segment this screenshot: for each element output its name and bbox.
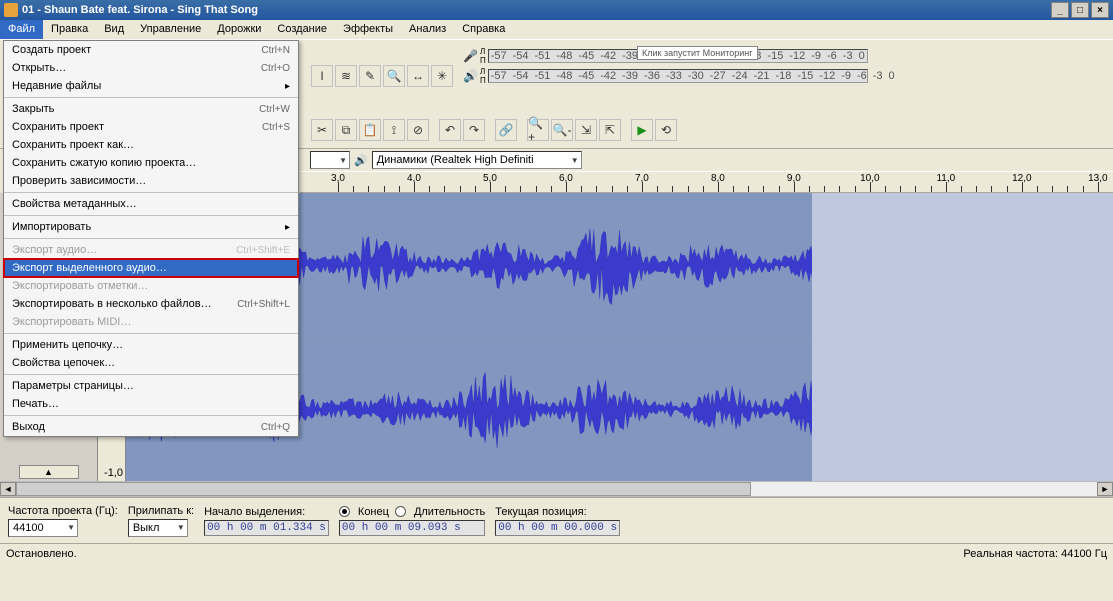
silence-button[interactable]: ⊘ — [407, 119, 429, 141]
file-menu-item[interactable]: Создать проектCtrl+N — [4, 41, 298, 59]
cut-button[interactable]: ✂ — [311, 119, 333, 141]
paste-button[interactable]: 📋 — [359, 119, 381, 141]
meter-lr-label: ЛП — [480, 47, 486, 65]
menu-вид[interactable]: Вид — [96, 20, 132, 39]
fit-selection-button[interactable]: ⇲ — [575, 119, 597, 141]
file-menu-item[interactable]: Свойства цепочек… — [4, 354, 298, 372]
zoom-group: 🔍+ 🔍- ⇲ ⇱ — [524, 116, 624, 144]
file-menu-item[interactable]: ЗакрытьCtrl+W — [4, 100, 298, 118]
loop-button[interactable]: ⟲ — [655, 119, 677, 141]
menu-эффекты[interactable]: Эффекты — [335, 20, 401, 39]
record-meter[interactable]: -57-54-51-48-45-42-39 Клик запустит Мони… — [488, 49, 868, 63]
scroll-thumb[interactable] — [16, 482, 751, 496]
file-menu-item[interactable]: Свойства метаданных… — [4, 195, 298, 213]
selection-tool[interactable]: I — [311, 65, 333, 87]
project-rate-combo[interactable]: 44100 — [8, 519, 78, 537]
status-left: Остановлено. — [6, 548, 77, 560]
monitor-hint[interactable]: Клик запустит Мониторинг — [637, 46, 758, 60]
undo-group: ↶ ↷ — [436, 116, 488, 144]
output-device-combo[interactable]: Динамики (Realtek High Definiti — [372, 151, 582, 169]
zoom-tool[interactable]: 🔍 — [383, 65, 405, 87]
menu-дорожки[interactable]: Дорожки — [209, 20, 269, 39]
copy-button[interactable]: ⧉ — [335, 119, 357, 141]
selection-start-field[interactable]: 00 h 00 m 01.334 s — [204, 520, 329, 536]
file-menu-item[interactable]: ВыходCtrl+Q — [4, 418, 298, 436]
file-menu-item[interactable]: Открыть…Ctrl+O — [4, 59, 298, 77]
mic-icon: 🎤 — [463, 49, 478, 63]
file-menu-item[interactable]: Параметры страницы… — [4, 377, 298, 395]
horizontal-scrollbar[interactable]: ◄ ► — [0, 481, 1113, 497]
envelope-tool[interactable]: ≋ — [335, 65, 357, 87]
file-menu-item[interactable]: Применить цепочку… — [4, 336, 298, 354]
file-menu-item: Экспортировать MIDI… — [4, 313, 298, 331]
fit-project-button[interactable]: ⇱ — [599, 119, 621, 141]
menu-файл[interactable]: Файл — [0, 20, 43, 39]
status-bar: Остановлено. Реальная частота: 44100 Гц — [0, 543, 1113, 563]
tools-group: I ≋ ✎ 🔍 ↔ ✳ — [308, 44, 456, 108]
project-rate-label: Частота проекта (Гц): — [8, 505, 118, 517]
scroll-right-button[interactable]: ► — [1097, 482, 1113, 496]
sync-lock-button[interactable]: 🔗 — [495, 119, 517, 141]
play-button[interactable]: ▶ — [631, 119, 653, 141]
status-right: Реальная частота: 44100 Гц — [963, 548, 1107, 560]
zoom-out-button[interactable]: 🔍- — [551, 119, 573, 141]
zoom-in-button[interactable]: 🔍+ — [527, 119, 549, 141]
timeshift-tool[interactable]: ↔ — [407, 65, 429, 87]
play-meter[interactable]: -57-54-51-48-45-42-39-36-33-30-27-24-21-… — [488, 69, 868, 83]
edit-group: ✂ ⧉ 📋 ⟟ ⊘ — [308, 116, 432, 144]
file-menu-item: Экспорт аудио…Ctrl+Shift+E — [4, 241, 298, 259]
selection-end-field[interactable]: 00 h 00 m 09.093 s — [339, 520, 485, 536]
selection-toolbar: Частота проекта (Гц): 44100 Прилипать к:… — [0, 497, 1113, 543]
speaker-icon-2: 🔊 — [354, 154, 368, 167]
maximize-button[interactable]: □ — [1071, 2, 1089, 18]
trim-button[interactable]: ⟟ — [383, 119, 405, 141]
timeline-ruler[interactable]: 3,04,05,06,07,08,09,010,011,012,013,0 — [300, 171, 1113, 193]
audio-position-field[interactable]: 00 h 00 m 00.000 s — [495, 520, 620, 536]
menu-анализ[interactable]: Анализ — [401, 20, 454, 39]
sync-group: 🔗 — [492, 116, 520, 144]
audio-position-label: Текущая позиция: — [495, 506, 620, 518]
scroll-left-button[interactable]: ◄ — [0, 482, 16, 496]
file-menu-dropdown: Создать проектCtrl+NОткрыть…Ctrl+OНедавн… — [3, 40, 299, 437]
file-menu-item[interactable]: Недавние файлы — [4, 77, 298, 95]
menu-управление[interactable]: Управление — [132, 20, 209, 39]
file-menu-item[interactable]: Сохранить проектCtrl+S — [4, 118, 298, 136]
snap-label: Прилипать к: — [128, 505, 194, 517]
file-menu-item[interactable]: Экспортировать в несколько файлов…Ctrl+S… — [4, 295, 298, 313]
close-button[interactable]: × — [1091, 2, 1109, 18]
speaker-icon: 🔊 — [463, 69, 478, 83]
meter-lr-label-2: ЛП — [480, 67, 486, 85]
menu-bar: ФайлПравкаВидУправлениеДорожкиСозданиеЭф… — [0, 20, 1113, 40]
end-radio[interactable] — [339, 506, 350, 517]
minimize-button[interactable]: _ — [1051, 2, 1069, 18]
post-selection-region — [812, 193, 1113, 481]
window-title: 01 - Shaun Bate feat. Sirona - Sing That… — [22, 4, 1049, 16]
menu-правка[interactable]: Правка — [43, 20, 96, 39]
file-menu-item[interactable]: Сохранить проект как… — [4, 136, 298, 154]
collapse-button[interactable]: ▲ — [19, 465, 79, 479]
selection-start-label: Начало выделения: — [204, 506, 329, 518]
end-label: Конец — [358, 506, 389, 518]
host-combo[interactable] — [310, 151, 350, 169]
multi-tool[interactable]: ✳ — [431, 65, 453, 87]
length-label: Длительность — [414, 506, 485, 518]
menu-создание[interactable]: Создание — [269, 20, 335, 39]
file-menu-item[interactable]: Сохранить сжатую копию проекта… — [4, 154, 298, 172]
snap-combo[interactable]: Выкл — [128, 519, 188, 537]
file-menu-item: Экспортировать отметки… — [4, 277, 298, 295]
undo-button[interactable]: ↶ — [439, 119, 461, 141]
app-icon — [4, 3, 18, 17]
file-menu-item[interactable]: Экспорт выделенного аудио… — [4, 259, 298, 277]
title-bar: 01 - Shaun Bate feat. Sirona - Sing That… — [0, 0, 1113, 20]
file-menu-item[interactable]: Проверить зависимости… — [4, 172, 298, 190]
draw-tool[interactable]: ✎ — [359, 65, 381, 87]
redo-button[interactable]: ↷ — [463, 119, 485, 141]
meters-group: 🎤 ЛП -57-54-51-48-45-42-39 Клик запустит… — [460, 44, 871, 108]
length-radio[interactable] — [395, 506, 406, 517]
menu-справка[interactable]: Справка — [454, 20, 513, 39]
file-menu-item[interactable]: Печать… — [4, 395, 298, 413]
transport-group: ▶ ⟲ — [628, 116, 680, 144]
file-menu-item[interactable]: Импортировать — [4, 218, 298, 236]
